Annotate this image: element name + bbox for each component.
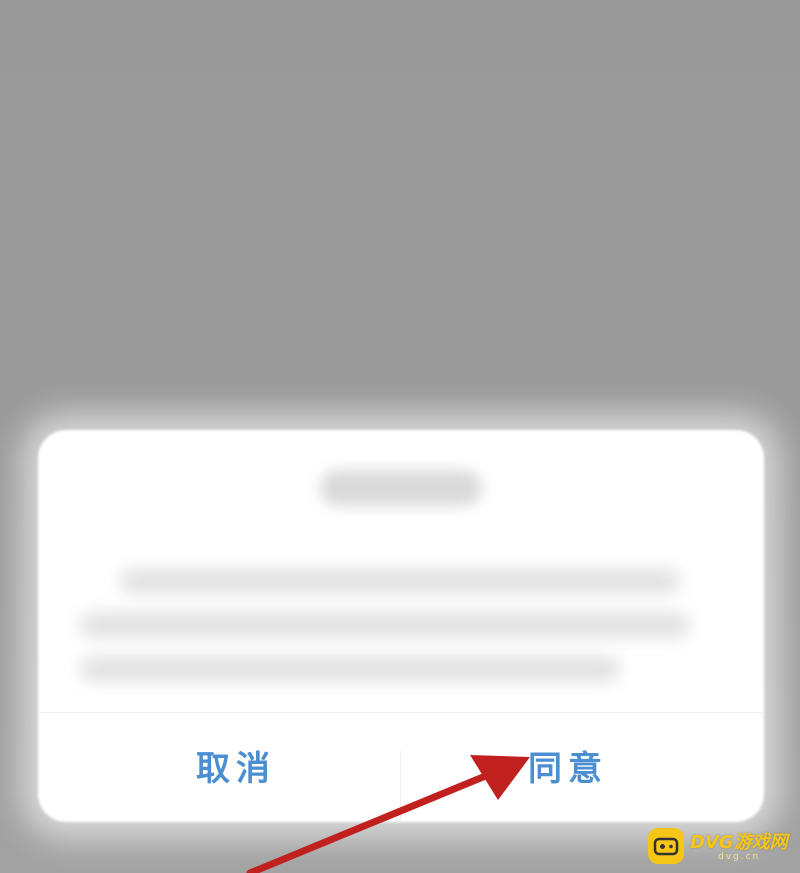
- site-watermark: DVG游戏网 dvg.cn: [648, 826, 798, 868]
- dialog-body-blurred: [80, 560, 700, 690]
- dialog-body-line: [80, 612, 690, 638]
- watermark-text: DVG游戏网: [690, 832, 788, 853]
- watermark-subtext: dvg.cn: [718, 852, 761, 862]
- dialog-body-line: [80, 656, 620, 682]
- cancel-button[interactable]: 取消: [136, 741, 336, 797]
- dialog-title-blurred: [320, 470, 482, 506]
- agree-button[interactable]: 同意: [468, 741, 668, 797]
- gamepad-logo-icon: [648, 828, 684, 864]
- dialog-button-row: 取消 同意: [40, 712, 764, 823]
- app-screen: 取消 同意 DVG游戏网 dvg.cn: [0, 0, 800, 873]
- button-divider: [400, 751, 401, 821]
- dialog-body-line: [120, 568, 680, 594]
